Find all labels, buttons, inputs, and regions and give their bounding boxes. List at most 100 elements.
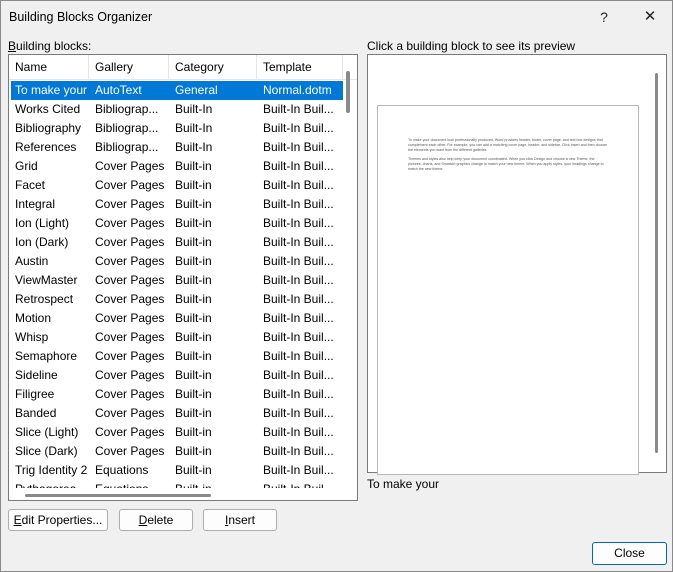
cell-template: Built-In Buil... <box>263 216 334 230</box>
help-button[interactable]: ? <box>593 7 615 27</box>
cell-template: Built-In Buil... <box>263 159 334 173</box>
list-item[interactable]: Banded Cover Pages Built-in Built-In Buil..… <box>11 404 343 423</box>
cell-template: Built-In Buil... <box>263 254 334 268</box>
cell-gallery: Cover Pages <box>95 216 165 230</box>
cell-gallery: Cover Pages <box>95 159 165 173</box>
cell-name: Semaphore <box>15 349 78 363</box>
vertical-scrollbar[interactable] <box>346 71 350 113</box>
cell-gallery: Bibliograp... <box>95 140 159 154</box>
cell-template: Built-In Buil... <box>263 368 334 382</box>
cell-name: Slice (Light) <box>15 425 79 439</box>
cell-gallery: AutoText <box>95 83 142 97</box>
cell-template: Built-In Buil... <box>263 197 334 211</box>
list-item[interactable]: Bibliography Bibliograp... Built-In Built-I… <box>11 119 343 138</box>
cell-template: Built-In Buil... <box>263 463 334 477</box>
cell-category: Built-in <box>175 406 212 420</box>
list-item[interactable]: Austin Cover Pages Built-in Built-In Buil..… <box>11 252 343 271</box>
cell-template: Normal.dotm <box>263 83 332 97</box>
cell-gallery: Cover Pages <box>95 178 165 192</box>
preview-caption: To make your <box>367 477 440 491</box>
list-item[interactable]: Facet Cover Pages Built-in Built-In Buil... <box>11 176 343 195</box>
list-item[interactable]: Ion (Light) Cover Pages Built-in Built-In B… <box>11 214 343 233</box>
cell-name: Works Cited <box>15 102 81 116</box>
cell-category: Built-in <box>175 330 212 344</box>
close-icon[interactable]: ✕ <box>638 5 662 29</box>
cell-category: Built-in <box>175 273 212 287</box>
cell-gallery: Equations <box>95 463 149 477</box>
list-item[interactable]: Retrospect Cover Pages Built-in Built-In Bu… <box>11 290 343 309</box>
list-item[interactable]: Filigree Cover Pages Built-in Built-In Buil… <box>11 385 343 404</box>
cell-category: General <box>175 83 218 97</box>
cell-gallery: Cover Pages <box>95 273 165 287</box>
list-item[interactable]: Sideline Cover Pages Built-in Built-In Buil… <box>11 366 343 385</box>
cell-category: Built-in <box>175 254 212 268</box>
building-blocks-organizer-dialog: Building Blocks Organizer ? ✕ Building b… <box>0 0 673 572</box>
list-item[interactable]: Motion Cover Pages Built-in Built-In Buil..… <box>11 309 343 328</box>
preview-scrollbar[interactable] <box>655 73 658 453</box>
list-item[interactable]: References Bibliograp... Built-In Built-In … <box>11 138 343 157</box>
cell-name: Integral <box>15 197 56 211</box>
cell-category: Built-in <box>175 387 212 401</box>
cell-category: Built-in <box>175 368 212 382</box>
cell-category: Built-in <box>175 463 212 477</box>
building-blocks-label: Building blocks: <box>8 39 92 53</box>
column-header-name[interactable]: Name <box>9 55 89 80</box>
column-header-category[interactable]: Category <box>169 55 257 80</box>
list-item[interactable]: Semaphore Cover Pages Built-in Built-In Bui… <box>11 347 343 366</box>
cell-category: Built-In <box>175 140 213 154</box>
insert-button[interactable]: Insert <box>203 509 277 531</box>
cell-name: Facet <box>15 178 46 192</box>
cell-gallery: Cover Pages <box>95 254 165 268</box>
cell-gallery: Cover Pages <box>95 235 165 249</box>
building-blocks-list[interactable]: Name Gallery Category Template To make y… <box>8 54 358 501</box>
cell-category: Built-in <box>175 235 212 249</box>
list-item[interactable]: Slice (Dark) Cover Pages Built-in Built-In … <box>11 442 343 461</box>
list-item[interactable]: Slice (Light) Cover Pages Built-in Built-In… <box>11 423 343 442</box>
cell-category: Built-in <box>175 178 212 192</box>
cell-name: Slice (Dark) <box>15 444 78 458</box>
cell-template: Built-In Buil... <box>263 102 334 116</box>
preview-pane: To make your document look professionall… <box>367 54 667 475</box>
cell-template: Built-In Buil... <box>263 140 334 154</box>
column-header-gallery[interactable]: Gallery <box>89 55 169 80</box>
preview-label: Click a building block to see its previe… <box>367 39 576 53</box>
list-item[interactable]: ViewMaster Cover Pages Built-in Built-In Bu… <box>11 271 343 290</box>
cell-gallery: Cover Pages <box>95 292 165 306</box>
cell-name: Bibliography <box>15 121 82 135</box>
list-item[interactable]: Grid Cover Pages Built-in Built-In Buil... <box>11 157 343 176</box>
title-bar: Building Blocks Organizer ? ✕ <box>1 1 672 33</box>
cell-category: Built-in <box>175 349 212 363</box>
cell-name: Banded <box>15 406 57 420</box>
cell-template: Built-In Buil... <box>263 330 334 344</box>
list-item[interactable]: Integral Cover Pages Built-in Built-In Buil… <box>11 195 343 214</box>
cell-name: Whisp <box>15 330 49 344</box>
cell-category: Built-in <box>175 159 212 173</box>
cell-gallery: Cover Pages <box>95 311 165 325</box>
cell-category: Built-In <box>175 102 213 116</box>
cell-gallery: Cover Pages <box>95 406 165 420</box>
cell-gallery: Cover Pages <box>95 197 165 211</box>
cell-name: Ion (Light) <box>15 216 70 230</box>
cell-template: Built-In Buil... <box>263 311 334 325</box>
list-item[interactable]: To make your AutoText General Normal.dotm <box>11 81 343 100</box>
list-item[interactable]: Whisp Cover Pages Built-in Built-In Buil... <box>11 328 343 347</box>
list-item[interactable]: Trig Identity 2 Equations Built-in Built-In… <box>11 461 343 480</box>
cell-category: Built-in <box>175 197 212 211</box>
list-item[interactable]: Pythagorea...EquationsBuilt-inBuilt-In B… <box>11 480 343 488</box>
close-button[interactable]: Close <box>592 542 667 565</box>
list-item[interactable]: Works Cited Bibliograp... Built-In Built-In… <box>11 100 343 119</box>
cell-template: Built-In Buil... <box>259 480 343 488</box>
column-header-template[interactable]: Template <box>257 55 343 80</box>
horizontal-scrollbar[interactable] <box>25 494 211 497</box>
cell-name: ViewMaster <box>15 273 78 287</box>
cell-name: Grid <box>15 159 38 173</box>
edit-properties-button[interactable]: Edit Properties... <box>8 509 108 531</box>
cell-name: References <box>15 140 77 154</box>
cell-name: Retrospect <box>15 292 74 306</box>
cell-category: Built-in <box>175 292 212 306</box>
cell-gallery: Cover Pages <box>95 425 165 439</box>
list-item[interactable]: Ion (Dark) Cover Pages Built-in Built-In Bu… <box>11 233 343 252</box>
list-rows: To make your AutoText General Normal.dotm Wo… <box>9 80 347 488</box>
cell-gallery: Equations <box>91 480 171 488</box>
delete-button[interactable]: Delete <box>119 509 193 531</box>
